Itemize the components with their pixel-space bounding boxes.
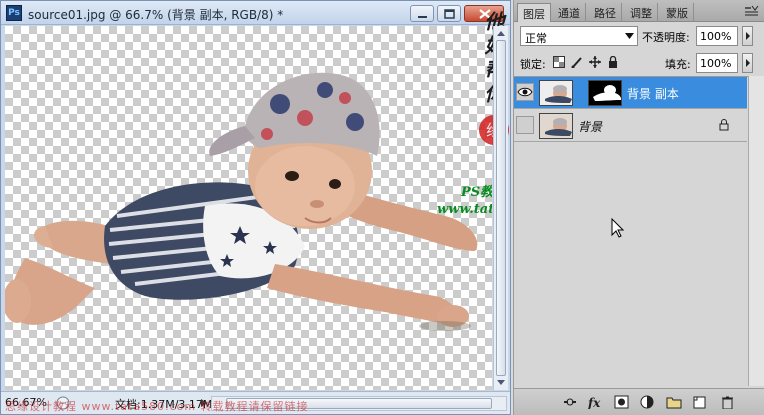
lock-transparent-icon[interactable] (553, 56, 565, 68)
layers-scrollbar[interactable] (748, 76, 764, 386)
document-window: Ps source01.jpg @ 66.7% (背景 副本, RGB/8) * (0, 0, 511, 415)
image-canvas[interactable]: PS教程网 www.tata580.com (5, 26, 492, 390)
fill-input[interactable]: 100% (696, 53, 738, 73)
tab-paths[interactable]: 路径 (589, 3, 622, 22)
tab-layers[interactable]: 图层 (517, 3, 551, 22)
layer-row-background-copy[interactable]: 背景 副本 (514, 77, 747, 109)
blend-mode-value: 正常 (525, 32, 547, 45)
layer-name[interactable]: 背景 副本 (627, 85, 679, 102)
vertical-scroll-thumb[interactable] (496, 40, 506, 376)
tab-masks[interactable]: 蒙版 (661, 3, 694, 22)
panel-bottom-toolbar: fx (514, 388, 764, 415)
opacity-slider-button[interactable] (742, 26, 753, 46)
maximize-button[interactable] (437, 5, 461, 22)
layer-thumbnail[interactable] (539, 80, 573, 106)
visibility-toggle[interactable] (516, 116, 534, 134)
opacity-input[interactable]: 100% (696, 26, 738, 46)
arrow-right-icon (746, 59, 750, 67)
adjustment-layer-icon[interactable] (640, 395, 656, 409)
watermark-site-url: www.tata580.com (437, 202, 492, 217)
lock-all-icon[interactable] (607, 56, 619, 68)
document-title: source01.jpg @ 66.7% (背景 副本, RGB/8) * (28, 8, 284, 22)
minimize-button[interactable] (410, 5, 434, 22)
delete-layer-icon[interactable] (720, 395, 736, 409)
layer-mask-thumbnail[interactable] (588, 80, 622, 106)
lock-pixels-icon[interactable] (571, 56, 583, 68)
add-mask-icon[interactable] (614, 395, 630, 409)
baby-photo-image (5, 72, 478, 331)
watermark-site-name: PS教程网 (461, 185, 492, 200)
mask-silhouette-image (589, 81, 621, 105)
opacity-label: 不透明度: (642, 31, 690, 44)
eye-icon (517, 87, 533, 97)
scroll-down-icon[interactable] (495, 377, 507, 389)
fill-slider-button[interactable] (742, 53, 753, 73)
blend-mode-select[interactable]: 正常 (520, 26, 638, 46)
layer-name[interactable]: 背景 (578, 118, 602, 135)
panel-tab-bar: 图层 通道 路径 调整 蒙版 (514, 0, 764, 22)
svg-text:fx: fx (588, 396, 601, 409)
scroll-up-icon[interactable] (495, 27, 507, 39)
lock-icon (719, 119, 729, 131)
photoshop-app-icon: Ps (6, 5, 22, 21)
new-layer-icon[interactable] (692, 395, 708, 409)
layers-list: 背景 副本 背景 (514, 76, 764, 386)
vertical-scrollbar[interactable] (493, 26, 508, 390)
baby-thumbnail-image (540, 81, 572, 105)
minimize-icon (418, 16, 427, 18)
maximize-icon (444, 9, 455, 19)
visibility-toggle[interactable] (516, 83, 534, 101)
layers-panel: 图层 通道 路径 调整 蒙版 正常 不透明度: 100% 锁定: 填充: 100… (513, 0, 764, 415)
lock-position-icon[interactable] (589, 56, 601, 68)
document-titlebar[interactable]: Ps source01.jpg @ 66.7% (背景 副本, RGB/8) * (1, 1, 510, 25)
layer-style-icon[interactable]: fx (588, 395, 604, 409)
fill-label: 填充: (665, 58, 691, 71)
group-folder-icon[interactable] (666, 395, 682, 409)
panel-menu-icon[interactable] (743, 4, 761, 18)
mouse-cursor-icon (611, 218, 624, 238)
background-thumbnail-image (540, 114, 572, 138)
link-layers-icon[interactable] (562, 395, 578, 409)
bottom-watermark-text: 思缘设计教程 www.tata580.com 转载教程请保留链接 (5, 400, 309, 413)
chevron-down-icon (625, 33, 634, 39)
tab-adjustments[interactable]: 调整 (625, 3, 658, 22)
layer-thumbnail[interactable] (539, 113, 573, 139)
lock-label: 锁定: (520, 58, 546, 71)
tab-channels[interactable]: 通道 (553, 3, 586, 22)
layer-row-background[interactable]: 背景 (514, 110, 747, 142)
arrow-right-icon (746, 32, 750, 40)
